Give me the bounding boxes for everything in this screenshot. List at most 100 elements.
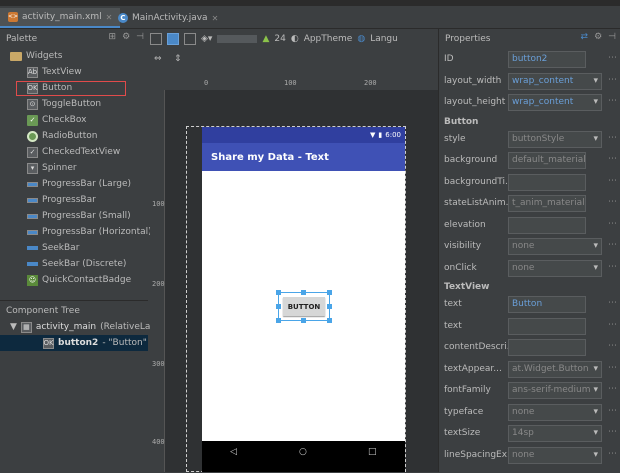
tab-activity-main-xml[interactable]: <> activity_main.xml ✕ xyxy=(0,8,121,28)
more-options-icon[interactable]: ⋯ xyxy=(608,96,617,106)
more-options-icon[interactable]: ⋯ xyxy=(608,298,617,308)
orientation-icon[interactable]: ◈▾ xyxy=(201,34,212,44)
more-options-icon[interactable]: ⋯ xyxy=(608,384,617,394)
property-value-field[interactable]: ans-serif-medium xyxy=(508,382,602,399)
palette-item-progressbar[interactable]: ProgressBar xyxy=(27,192,96,208)
swap-view-icon[interactable]: ⇄ xyxy=(581,32,589,42)
palette-item-progressbar-horizontal[interactable]: ProgressBar (Horizontal) xyxy=(27,224,152,240)
property-value-field[interactable] xyxy=(508,173,586,191)
property-label: visibility xyxy=(444,241,482,251)
grid-icon[interactable]: ⊞ xyxy=(109,32,117,42)
property-value-field[interactable]: t_anim_material xyxy=(508,195,586,212)
tree-node-activity-main[interactable]: ▼ ▦ activity_main (RelativeLay xyxy=(10,319,156,335)
device-icon[interactable] xyxy=(217,34,258,43)
property-value-field[interactable]: 14sp xyxy=(508,425,602,442)
more-options-icon[interactable]: ⋯ xyxy=(608,197,617,207)
more-options-icon[interactable]: ⋯ xyxy=(608,176,617,186)
api-level[interactable]: 24 xyxy=(274,34,285,44)
more-options-icon[interactable]: ⋯ xyxy=(608,240,617,250)
tab-mainactivity-java[interactable]: C MainActivity.java ✕ xyxy=(110,8,226,28)
split-view-icon[interactable] xyxy=(184,32,196,45)
property-value-field[interactable]: buttonStyle xyxy=(508,130,602,148)
property-row: style buttonStyle ⋯ xyxy=(439,130,620,150)
palette-item-progressbar-small[interactable]: ProgressBar (Small) xyxy=(27,208,131,224)
property-value-field[interactable]: none xyxy=(508,238,602,255)
phone-status-bar: ▼ ▮ 6:00 xyxy=(202,127,405,143)
palette-item-progressbar-large[interactable]: ProgressBar (Large) xyxy=(27,176,131,192)
property-value-field[interactable]: none xyxy=(508,259,602,277)
property-value-field[interactable] xyxy=(508,216,586,234)
tree-node-type: (RelativeLay xyxy=(100,322,156,332)
ruler-label: 100 xyxy=(152,200,165,208)
more-options-icon[interactable]: ⋯ xyxy=(608,219,617,229)
palette-item-togglebutton[interactable]: ⊙ ToggleButton xyxy=(27,96,101,112)
seekbar-icon xyxy=(27,262,38,266)
property-value-field[interactable]: button2 xyxy=(508,51,586,68)
property-label: background xyxy=(444,155,498,165)
more-options-icon[interactable]: ⋯ xyxy=(608,449,617,459)
resize-handle[interactable] xyxy=(276,290,281,295)
property-label: text xyxy=(444,320,462,331)
property-value-field[interactable]: default_material xyxy=(508,152,586,169)
blueprint-view-icon[interactable] xyxy=(167,32,179,45)
palette-item-radiobutton[interactable]: RadioButton xyxy=(27,128,97,144)
more-options-icon[interactable]: ⋯ xyxy=(608,341,617,351)
resize-handle[interactable] xyxy=(276,318,281,323)
vertical-resize-icon[interactable]: ⇕ xyxy=(174,54,182,64)
expand-arrow-icon[interactable]: ▼ xyxy=(10,322,17,332)
ruler-label: 200 xyxy=(152,280,165,288)
more-options-icon[interactable]: ⋯ xyxy=(608,133,617,143)
resize-handle[interactable] xyxy=(327,290,332,295)
palette-item-checkedtextview[interactable]: ✓ CheckedTextView xyxy=(27,144,120,160)
close-icon[interactable]: ✕ xyxy=(212,14,219,23)
palette-item-spinner[interactable]: ▾ Spinner xyxy=(27,160,77,176)
resize-handle[interactable] xyxy=(301,318,306,323)
theme-icon: ◐ xyxy=(290,33,299,44)
more-options-icon[interactable]: ⋯ xyxy=(608,320,617,330)
property-value-field[interactable]: Button xyxy=(508,296,586,313)
property-value-field[interactable]: none xyxy=(508,446,602,464)
resize-handle[interactable] xyxy=(327,304,332,309)
horizontal-resize-icon[interactable]: ⇔ xyxy=(154,54,162,64)
property-value-field[interactable]: none xyxy=(508,403,602,421)
collapse-icon[interactable]: ⊣ xyxy=(136,32,144,42)
more-options-icon[interactable]: ⋯ xyxy=(608,363,617,373)
property-value-field[interactable] xyxy=(508,339,586,356)
more-options-icon[interactable]: ⋯ xyxy=(608,262,617,272)
more-options-icon[interactable]: ⋯ xyxy=(608,154,617,164)
resize-handle[interactable] xyxy=(301,290,306,295)
property-label: layout_height xyxy=(444,97,506,107)
property-section-title: Button xyxy=(444,116,479,127)
language-selector[interactable]: Langu xyxy=(370,34,398,44)
phone-button-preview[interactable]: BUTTON xyxy=(283,297,325,316)
palette-item-seekbar[interactable]: SeekBar xyxy=(27,240,79,256)
tree-node-button2[interactable]: OK button2 - "Button" xyxy=(0,335,148,351)
property-value-field[interactable] xyxy=(508,317,586,335)
palette-item-textview[interactable]: Ab TextView xyxy=(27,64,82,80)
property-row: fontFamily ans-serif-medium ⋯ xyxy=(439,381,620,401)
resize-handle[interactable] xyxy=(276,304,281,309)
palette-item-quickcontactbadge[interactable]: ☺ QuickContactBadge xyxy=(27,272,131,288)
palette-item-checkbox[interactable]: ✓ CheckBox xyxy=(27,112,86,128)
component-tree-header: Component Tree xyxy=(0,301,148,320)
resize-handle[interactable] xyxy=(327,318,332,323)
seekbar-icon xyxy=(27,246,38,250)
collapse-icon[interactable]: ⊣ xyxy=(608,32,616,42)
palette-item-seekbar-discrete[interactable]: SeekBar (Discrete) xyxy=(27,256,126,272)
property-value-field[interactable]: wrap_content xyxy=(508,94,602,111)
palette-item-label: RadioButton xyxy=(42,131,98,141)
editor-tab-bar: <> activity_main.xml ✕ C MainActivity.ja… xyxy=(0,6,620,29)
more-options-icon[interactable]: ⋯ xyxy=(608,406,617,416)
property-label: typeface xyxy=(444,406,484,417)
gear-icon[interactable]: ⚙ xyxy=(594,32,602,42)
theme-selector[interactable]: AppTheme xyxy=(304,34,353,44)
more-options-icon[interactable]: ⋯ xyxy=(608,427,617,437)
more-options-icon[interactable]: ⋯ xyxy=(608,53,617,63)
more-options-icon[interactable]: ⋯ xyxy=(608,75,617,85)
design-view-icon[interactable] xyxy=(150,32,162,45)
gear-icon[interactable]: ⚙ xyxy=(122,32,130,42)
android-icon: ▲ xyxy=(262,33,270,44)
property-value-field[interactable]: wrap_content xyxy=(508,72,602,90)
palette-group-widgets[interactable]: Widgets xyxy=(10,48,62,64)
property-value-field[interactable]: at.Widget.Button xyxy=(508,360,602,378)
